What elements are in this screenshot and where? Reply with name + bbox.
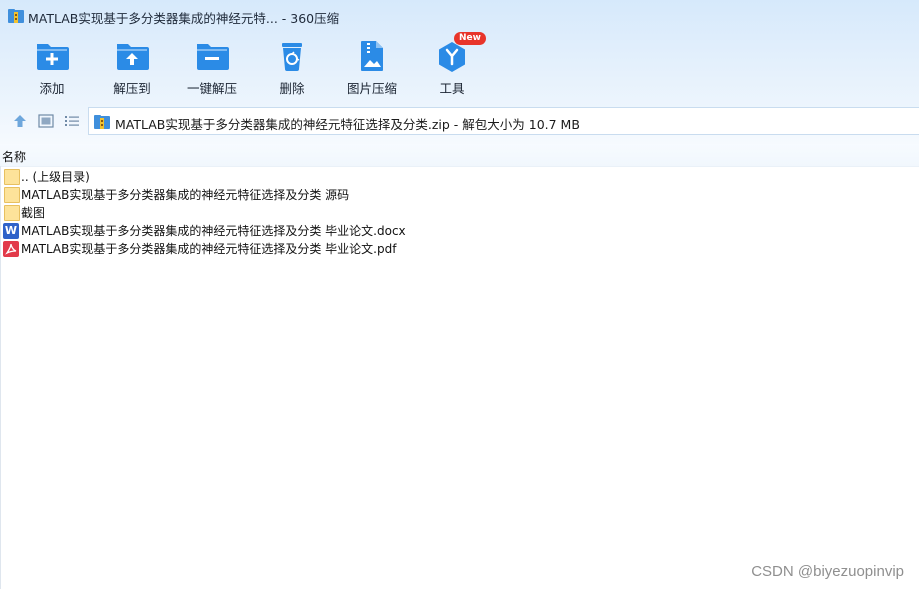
add-folder-icon [37,44,69,70]
folder-icon [4,205,20,221]
tools-button[interactable]: 工具 [416,38,488,96]
extract-to-label: 解压到 [113,81,151,96]
list-item-parent-directory[interactable]: .. (上级目录) [0,168,919,186]
delete-button[interactable]: 删除 [256,38,328,96]
recycle-bin-icon [282,43,302,71]
window-title: MATLAB实现基于多分类器集成的神经元特... - 360压缩 [28,11,340,26]
add-label: 添加 [39,81,65,96]
address-bar[interactable]: MATLAB实现基于多分类器集成的神经元特征选择及分类.zip - 解包大小为 … [88,107,919,135]
one-click-extract-button[interactable]: 一键解压 [176,38,248,96]
pdf-document-icon [3,241,19,257]
extract-to-button[interactable]: 解压到 [96,38,168,96]
zip-file-icon [94,115,110,129]
list-item-docx[interactable]: W MATLAB实现基于多分类器集成的神经元特征选择及分类 毕业论文.docx [0,222,919,240]
folder-icon [4,169,20,185]
file-name: .. (上级目录) [21,170,90,184]
word-document-icon: W [3,223,19,239]
image-compress-label: 图片压缩 [346,81,397,96]
watermark: CSDN @biyezuopinvip [751,563,904,580]
name-column-header[interactable]: 名称 [0,144,919,167]
delete-label: 删除 [279,81,305,96]
title-bar: MATLAB实现基于多分类器集成的神经元特... - 360压缩 [0,0,919,32]
new-badge: New [454,32,486,45]
thumbnail-view-icon[interactable] [37,112,55,130]
file-name: MATLAB实现基于多分类器集成的神经元特征选择及分类 毕业论文.pdf [21,242,397,256]
file-name: MATLAB实现基于多分类器集成的神经元特征选择及分类 毕业论文.docx [21,224,406,238]
file-name: MATLAB实现基于多分类器集成的神经元特征选择及分类 源码 [21,188,350,202]
file-name: 截图 [21,206,46,220]
list-item-screenshots-folder[interactable]: 截图 [0,204,919,222]
tools-label: 工具 [439,81,465,96]
file-list: .. (上级目录) MATLAB实现基于多分类器集成的神经元特征选择及分类 源码… [0,168,919,258]
image-compress-icon [361,41,383,71]
extract-to-icon [117,44,149,70]
name-column-label: 名称 [2,150,27,164]
up-arrow-icon[interactable] [11,112,29,130]
list-view-icon[interactable] [63,112,81,130]
add-button[interactable]: 添加 [16,38,88,96]
image-compress-button[interactable]: 图片压缩 [336,38,408,96]
archive-icon [8,9,24,23]
list-item-source-folder[interactable]: MATLAB实现基于多分类器集成的神经元特征选择及分类 源码 [0,186,919,204]
one-click-extract-label: 一键解压 [186,81,237,96]
folder-icon [4,187,20,203]
one-click-extract-icon [197,44,229,70]
archive-path: MATLAB实现基于多分类器集成的神经元特征选择及分类.zip - 解包大小为 … [115,117,580,132]
list-item-pdf[interactable]: MATLAB实现基于多分类器集成的神经元特征选择及分类 毕业论文.pdf [0,240,919,258]
